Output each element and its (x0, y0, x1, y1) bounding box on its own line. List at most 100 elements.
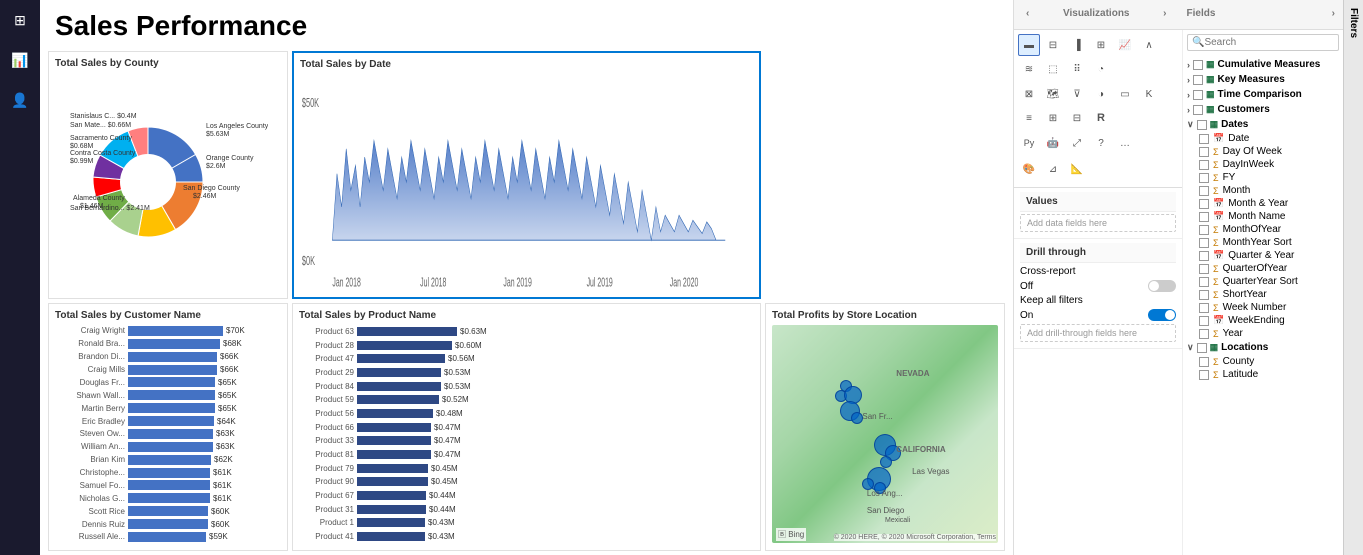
sidebar-icon-home[interactable]: ⊞ (8, 8, 32, 32)
customer-bar-row: William An... $63K (55, 441, 281, 453)
add-data-fields[interactable]: Add data fields here (1020, 214, 1176, 232)
viz-icon-decomp[interactable]: ⤢ (1066, 132, 1088, 154)
field-checkbox[interactable] (1199, 277, 1209, 287)
field-type-icon: 📅 (1213, 315, 1224, 326)
viz-icon-scatter[interactable]: ⠿ (1066, 58, 1088, 80)
field-item[interactable]: 📅 Date (1183, 132, 1343, 145)
field-group-header[interactable]: › ▦ Cumulative Measures (1183, 57, 1343, 72)
filters-section[interactable]: Filters (1343, 0, 1363, 555)
field-checkbox[interactable] (1199, 225, 1209, 235)
keep-filters-toggle[interactable] (1148, 309, 1176, 321)
viz-icon-treemap[interactable]: ⊠ (1018, 83, 1040, 105)
search-input[interactable] (1204, 37, 1336, 48)
group-checkbox[interactable] (1197, 120, 1207, 130)
field-checkbox[interactable] (1199, 264, 1209, 274)
field-item[interactable]: Σ Year (1183, 327, 1343, 340)
field-checkbox[interactable] (1199, 186, 1209, 196)
viz-icon-bar[interactable]: ▬ (1018, 34, 1040, 56)
product-value: $0.47M (434, 436, 461, 445)
field-item[interactable]: Σ QuarterOfYear (1183, 262, 1343, 275)
viz-icon-matrix[interactable]: ⊟ (1066, 107, 1088, 129)
field-item[interactable]: 📅 WeekEnding (1183, 314, 1343, 327)
visualizations-tab[interactable]: ‹ Visualizations › (1014, 0, 1179, 29)
field-group-header[interactable]: › ▦ Customers (1183, 102, 1343, 117)
field-label: WeekEnding (1228, 315, 1285, 326)
viz-icon-slicer[interactable]: ≡ (1018, 107, 1040, 129)
svg-text:Jul 2019: Jul 2019 (587, 277, 613, 290)
viz-format-analytics[interactable]: 📐 (1066, 158, 1088, 180)
field-checkbox[interactable] (1199, 212, 1209, 222)
group-checkbox[interactable] (1193, 75, 1203, 85)
field-item[interactable]: Σ FY (1183, 171, 1343, 184)
viz-icon-funnel[interactable]: ⊽ (1066, 83, 1088, 105)
group-checkbox[interactable] (1197, 343, 1207, 353)
viz-format-filter[interactable]: ⊿ (1042, 158, 1064, 180)
field-checkbox[interactable] (1199, 134, 1209, 144)
viz-nav-left[interactable]: ‹ (1022, 6, 1033, 21)
field-item[interactable]: Σ Month (1183, 184, 1343, 197)
field-checkbox[interactable] (1199, 357, 1209, 367)
field-item[interactable]: Σ QuarterYear Sort (1183, 275, 1343, 288)
fields-expand-icon[interactable]: › (1332, 8, 1335, 19)
field-checkbox[interactable] (1199, 316, 1209, 326)
field-checkbox[interactable] (1199, 147, 1209, 157)
field-item[interactable]: Σ ShortYear (1183, 288, 1343, 301)
field-item[interactable]: Σ Latitude (1183, 368, 1343, 381)
field-group-header[interactable]: › ▦ Key Measures (1183, 72, 1343, 87)
field-item[interactable]: Σ Week Number (1183, 301, 1343, 314)
field-checkbox[interactable] (1199, 290, 1209, 300)
viz-icon-stacked-col[interactable]: ⊞ (1090, 34, 1112, 56)
field-item[interactable]: Σ County (1183, 355, 1343, 368)
viz-icon-ai[interactable]: 🤖 (1042, 132, 1064, 154)
viz-icon-py[interactable]: Py (1018, 132, 1040, 154)
viz-icon-map[interactable]: 🗺 (1042, 83, 1064, 105)
field-item[interactable]: 📅 Month & Year (1183, 197, 1343, 210)
field-item[interactable]: Σ Day Of Week (1183, 145, 1343, 158)
group-label: Cumulative Measures (1218, 59, 1321, 70)
viz-format-row: 🎨 ⊿ 📐 (1018, 158, 1178, 180)
viz-icon-pie[interactable]: ◔ (1090, 58, 1112, 80)
fields-tab[interactable]: Fields › (1179, 0, 1344, 29)
field-checkbox[interactable] (1199, 173, 1209, 183)
field-item[interactable]: 📅 Quarter & Year (1183, 249, 1343, 262)
group-checkbox[interactable] (1193, 60, 1203, 70)
product-value: $0.44M (429, 491, 456, 500)
viz-icon-table[interactable]: ⊞ (1042, 107, 1064, 129)
viz-icon-line[interactable]: 📈 (1114, 34, 1136, 56)
field-group-header[interactable]: › ▦ Time Comparison (1183, 87, 1343, 102)
sidebar-icon-data[interactable]: 👤 (8, 88, 32, 112)
viz-icon-ribbon[interactable]: ≋ (1018, 58, 1040, 80)
field-checkbox[interactable] (1199, 160, 1209, 170)
field-checkbox[interactable] (1199, 370, 1209, 380)
viz-icon-area[interactable]: ∧ (1138, 34, 1160, 56)
sidebar-icon-reports[interactable]: 📊 (8, 48, 32, 72)
field-item[interactable]: Σ DayInWeek (1183, 158, 1343, 171)
field-checkbox[interactable] (1199, 329, 1209, 339)
field-checkbox[interactable] (1199, 238, 1209, 248)
viz-icon-waterfall[interactable]: ⬚ (1042, 58, 1064, 80)
field-item[interactable]: 📅 Month Name (1183, 210, 1343, 223)
viz-icon-kpi[interactable]: K (1138, 83, 1160, 105)
svg-text:Jan 2018: Jan 2018 (332, 277, 361, 290)
field-item[interactable]: Σ MonthOfYear (1183, 223, 1343, 236)
viz-icon-card[interactable]: ▭ (1114, 83, 1136, 105)
viz-icon-column[interactable]: ▐ (1066, 34, 1088, 56)
field-item[interactable]: Σ MonthYear Sort (1183, 236, 1343, 249)
group-checkbox[interactable] (1193, 105, 1203, 115)
product-value: $0.48M (436, 409, 463, 418)
viz-icon-r[interactable]: R (1090, 107, 1112, 129)
field-group-header[interactable]: ∨ ▦ Dates (1183, 117, 1343, 132)
viz-nav-right[interactable]: › (1159, 6, 1170, 21)
viz-icon-more[interactable]: … (1114, 132, 1136, 154)
viz-icon-qna[interactable]: ? (1090, 132, 1112, 154)
viz-format-paint[interactable]: 🎨 (1018, 158, 1040, 180)
viz-icon-gauge[interactable]: ◑ (1090, 83, 1112, 105)
field-checkbox[interactable] (1199, 199, 1209, 209)
cross-report-toggle[interactable] (1148, 280, 1176, 292)
field-checkbox[interactable] (1199, 251, 1209, 261)
viz-icon-stacked-bar[interactable]: ⊟ (1042, 34, 1064, 56)
group-checkbox[interactable] (1193, 90, 1203, 100)
field-checkbox[interactable] (1199, 303, 1209, 313)
add-drill-fields[interactable]: Add drill-through fields here (1020, 324, 1176, 342)
field-group-header[interactable]: ∨ ▦ Locations (1183, 340, 1343, 355)
